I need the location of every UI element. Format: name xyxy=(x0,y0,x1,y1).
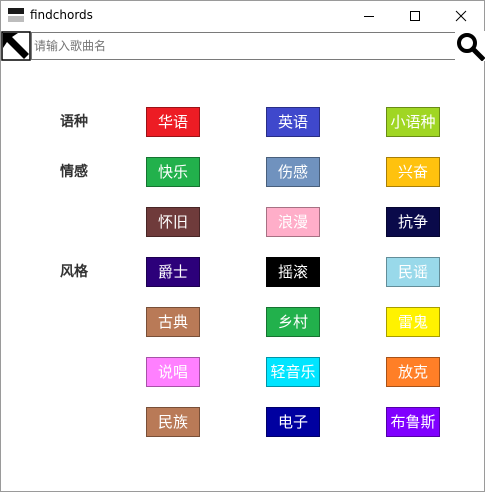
search-icon xyxy=(457,33,485,62)
minimize-button[interactable] xyxy=(346,1,392,30)
tag-minyao[interactable]: 民谣 xyxy=(386,257,440,287)
tag-kuaile[interactable]: 快乐 xyxy=(146,157,200,187)
home-arrow-button[interactable] xyxy=(1,31,31,61)
tag-fangke[interactable]: 放克 xyxy=(386,357,440,387)
search-button[interactable] xyxy=(455,31,485,62)
app-icon xyxy=(8,7,24,23)
song-search-input[interactable] xyxy=(31,32,457,60)
tag-xiaoyuzhong[interactable]: 小语种 xyxy=(386,107,440,137)
tag-jueshi[interactable]: 爵士 xyxy=(146,257,200,287)
tag-shuochang[interactable]: 说唱 xyxy=(146,357,200,387)
tag-minzu[interactable]: 民族 xyxy=(146,407,200,437)
tag-huayu[interactable]: 华语 xyxy=(146,107,200,137)
title-bar[interactable]: findchords xyxy=(1,1,484,30)
tag-leigui[interactable]: 雷鬼 xyxy=(386,307,440,337)
tag-gudian[interactable]: 古典 xyxy=(146,307,200,337)
maximize-button[interactable] xyxy=(392,1,438,30)
tag-yaogun[interactable]: 摇滚 xyxy=(266,257,320,287)
tag-kangzheng[interactable]: 抗争 xyxy=(386,207,440,237)
tag-dianzi[interactable]: 电子 xyxy=(266,407,320,437)
language-label: 语种 xyxy=(60,114,88,130)
tag-xingfen[interactable]: 兴奋 xyxy=(386,157,440,187)
tag-xiangcun[interactable]: 乡村 xyxy=(266,307,320,337)
tag-qingyinyue[interactable]: 轻音乐 xyxy=(266,357,320,387)
arrow-up-left-icon xyxy=(1,31,31,61)
window-title: findchords xyxy=(30,8,93,22)
tag-yingyu[interactable]: 英语 xyxy=(266,107,320,137)
emotion-label: 情感 xyxy=(60,164,88,180)
close-button[interactable] xyxy=(438,1,484,30)
close-icon xyxy=(455,10,467,22)
style-label: 风格 xyxy=(60,264,88,280)
tag-shanggan[interactable]: 伤感 xyxy=(266,157,320,187)
minimize-icon xyxy=(364,16,374,17)
tag-bulusi[interactable]: 布鲁斯 xyxy=(386,407,440,437)
tag-langman[interactable]: 浪漫 xyxy=(266,207,320,237)
maximize-icon xyxy=(410,11,420,21)
app-window: findchords 语种 情感 xyxy=(0,0,485,492)
tag-huaijiu[interactable]: 怀旧 xyxy=(146,207,200,237)
